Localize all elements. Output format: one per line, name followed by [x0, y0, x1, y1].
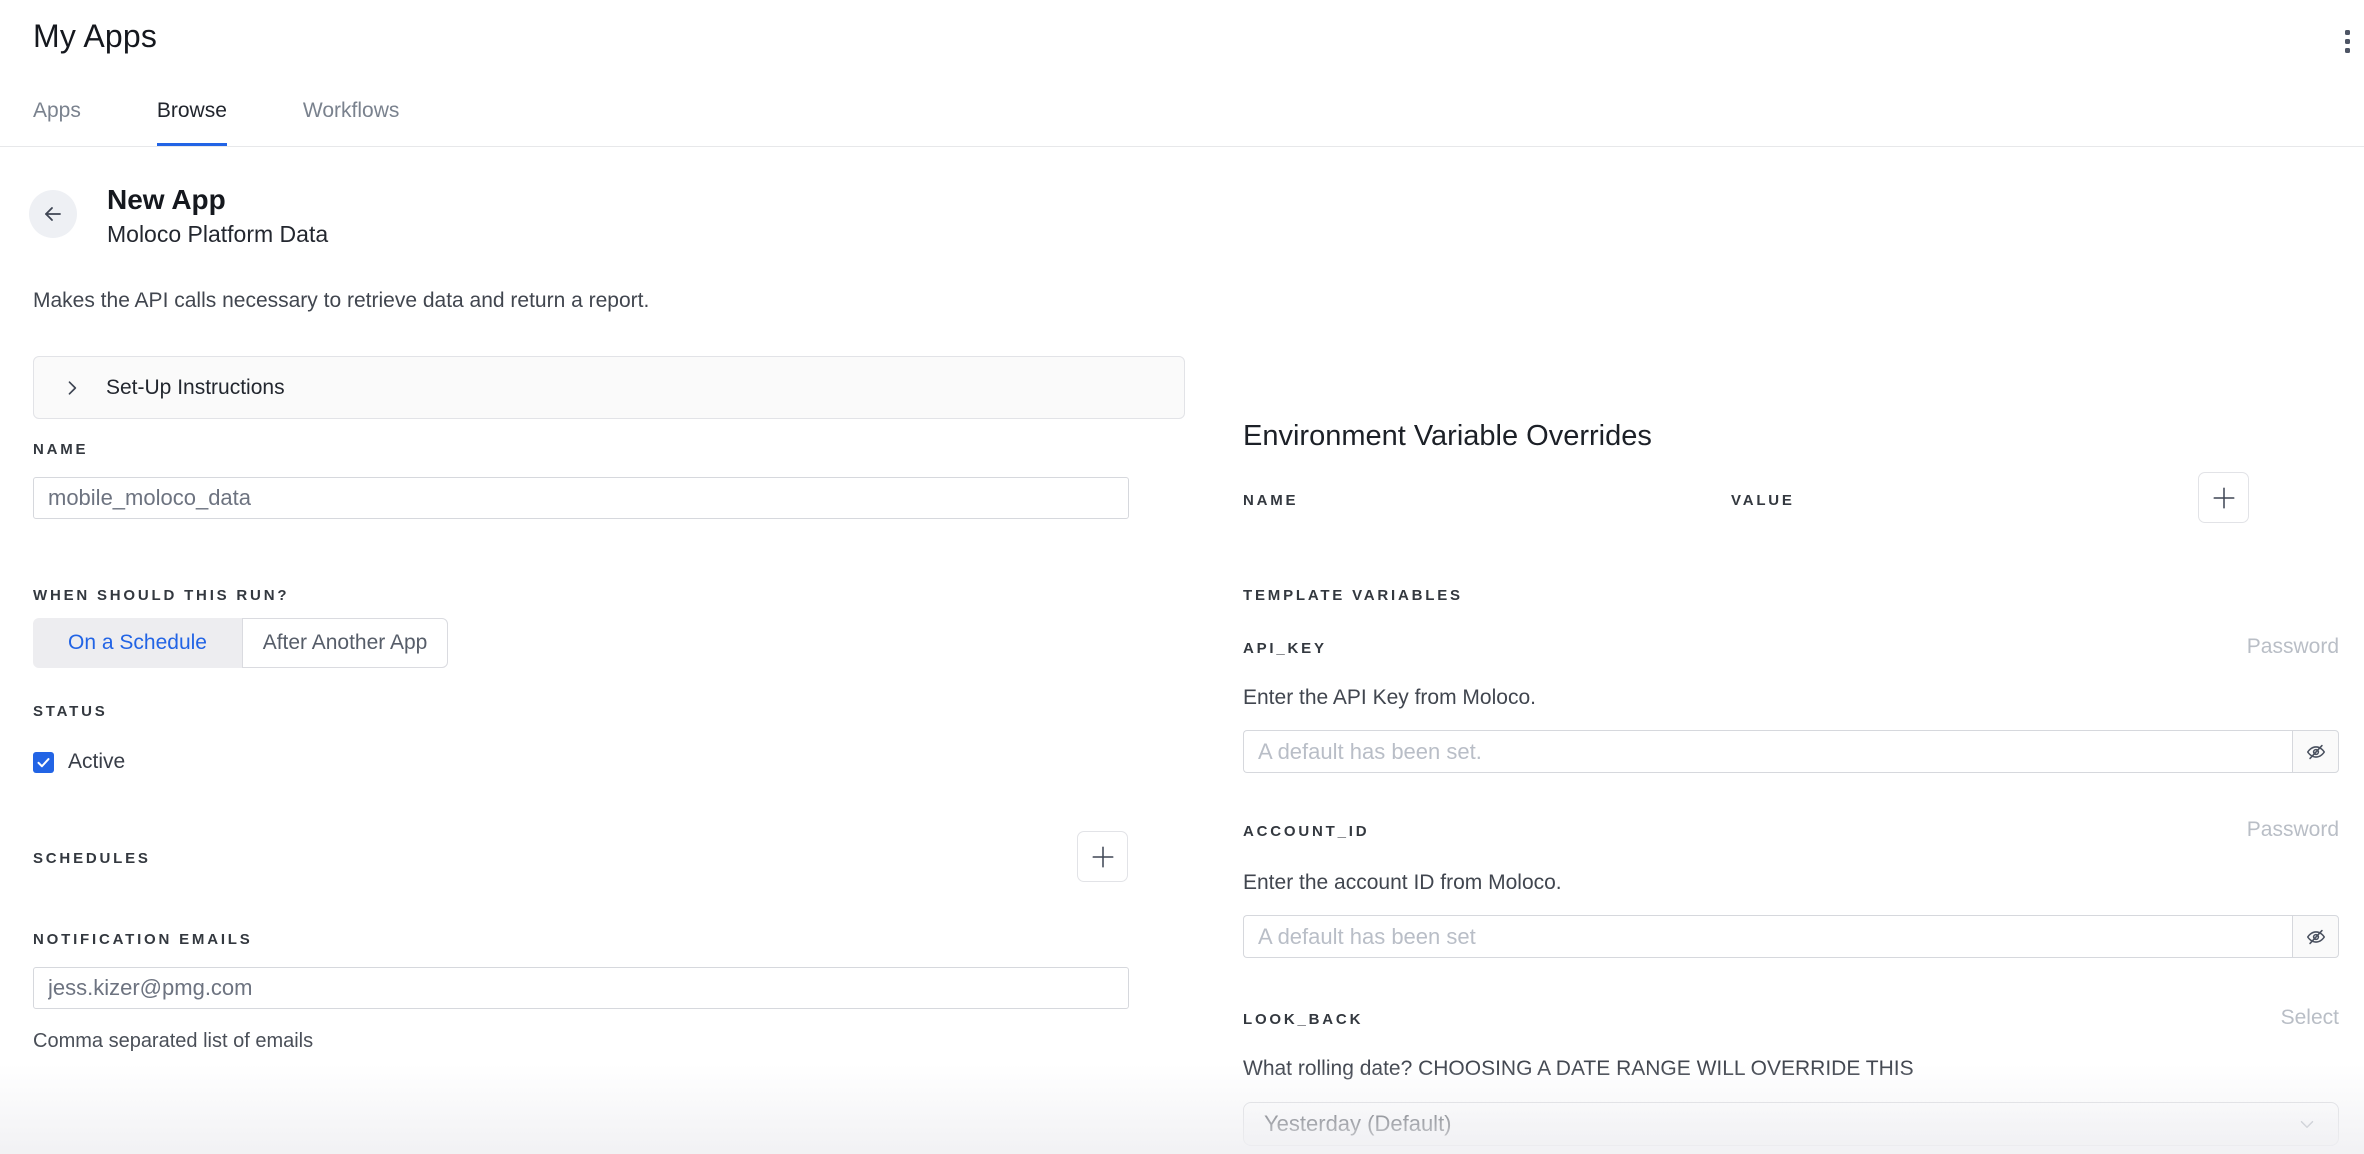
- account-id-type-badge: Password: [1243, 818, 2339, 842]
- app-description: Makes the API calls necessary to retriev…: [33, 289, 649, 313]
- account-id-input-group: [1243, 915, 2339, 958]
- setup-instructions-panel[interactable]: Set-Up Instructions: [33, 356, 1185, 419]
- template-variables-label: TEMPLATE VARIABLES: [1243, 587, 1463, 604]
- active-checkbox[interactable]: [33, 752, 54, 773]
- account-id-toggle-visibility-button[interactable]: [2292, 915, 2339, 958]
- eye-slash-icon: [2305, 741, 2327, 763]
- setup-instructions-label: Set-Up Instructions: [106, 376, 285, 400]
- plus-icon: [1090, 844, 1116, 870]
- option-after-another-app[interactable]: After Another App: [242, 618, 448, 668]
- app-subtitle: Moloco Platform Data: [107, 221, 328, 248]
- chevron-down-icon: [2296, 1113, 2318, 1135]
- account-id-input[interactable]: [1243, 915, 2292, 958]
- run-segmented-control: On a Schedule After Another App: [33, 618, 448, 668]
- api-key-input[interactable]: [1243, 730, 2292, 773]
- arrow-left-icon: [41, 202, 65, 226]
- run-label: WHEN SHOULD THIS RUN?: [33, 587, 289, 604]
- app-title: New App: [107, 184, 226, 216]
- look-back-selected-value: Yesterday (Default): [1264, 1111, 1452, 1137]
- env-overrides-heading: Environment Variable Overrides: [1243, 420, 1652, 453]
- header-divider: [0, 146, 2364, 147]
- api-key-input-group: [1243, 730, 2339, 773]
- look-back-description: What rolling date? CHOOSING A DATE RANGE…: [1243, 1057, 1914, 1081]
- tab-bar: Apps Browse Workflows: [33, 99, 399, 146]
- tab-apps[interactable]: Apps: [33, 99, 81, 146]
- env-name-column-label: NAME: [1243, 492, 1298, 509]
- name-input[interactable]: [33, 477, 1129, 519]
- look-back-type-badge: Select: [1243, 1006, 2339, 1030]
- add-schedule-button[interactable]: [1077, 831, 1128, 882]
- api-key-toggle-visibility-button[interactable]: [2292, 730, 2339, 773]
- plus-icon: [2211, 485, 2237, 511]
- tab-browse[interactable]: Browse: [157, 99, 227, 146]
- notification-emails-label: NOTIFICATION EMAILS: [33, 931, 253, 948]
- kebab-menu-icon[interactable]: [2332, 20, 2362, 62]
- schedules-label: SCHEDULES: [33, 850, 151, 867]
- check-icon: [36, 755, 51, 770]
- api-key-type-badge: Password: [1243, 635, 2339, 659]
- name-label: NAME: [33, 441, 88, 458]
- notification-emails-input[interactable]: [33, 967, 1129, 1009]
- my-apps-page: My Apps Apps Browse Workflows New App Mo…: [0, 0, 2364, 1154]
- option-on-a-schedule[interactable]: On a Schedule: [33, 618, 242, 668]
- tab-workflows[interactable]: Workflows: [303, 99, 399, 146]
- env-value-column-label: VALUE: [1731, 492, 1795, 509]
- eye-slash-icon: [2305, 926, 2327, 948]
- active-checkbox-label: Active: [68, 750, 125, 774]
- add-env-variable-button[interactable]: [2198, 472, 2249, 523]
- look-back-select[interactable]: Yesterday (Default): [1243, 1102, 2339, 1146]
- chevron-right-icon: [62, 378, 82, 398]
- back-button[interactable]: [29, 190, 77, 238]
- page-title: My Apps: [33, 18, 157, 55]
- account-id-description: Enter the account ID from Moloco.: [1243, 871, 1562, 895]
- status-label: STATUS: [33, 703, 108, 720]
- api-key-description: Enter the API Key from Moloco.: [1243, 686, 1536, 710]
- notification-emails-helper: Comma separated list of emails: [33, 1030, 313, 1053]
